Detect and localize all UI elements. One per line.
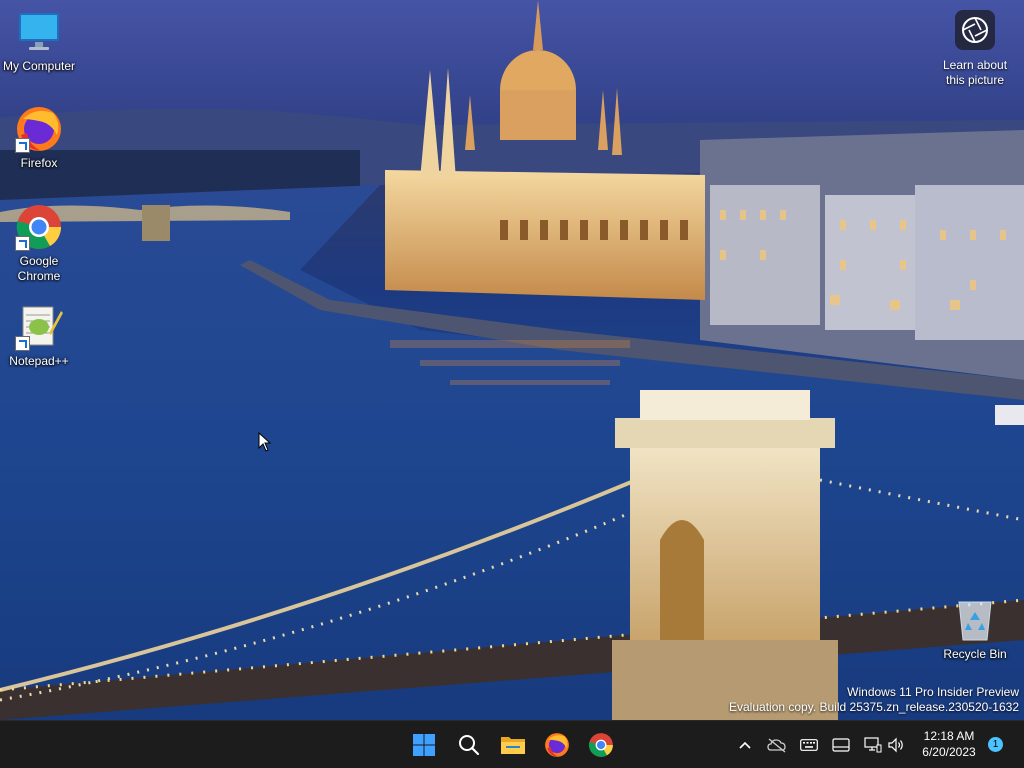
show-hidden-icons-chevron-up-icon[interactable] [735,735,755,755]
desktop-icon-my-computer[interactable]: My Computer [1,8,77,74]
shortcut-arrow-icon [15,236,30,251]
watermark-line-1: Windows 11 Pro Insider Preview [847,685,1019,699]
clock-date: 6/20/2023 [922,745,976,759]
chrome-taskbar-button[interactable] [583,727,619,763]
network-icon[interactable] [863,735,883,755]
firefox-icon [15,105,63,153]
desktop-icon-label: Google Chrome [17,254,61,283]
start-button[interactable] [406,727,442,763]
firefox-icon [545,733,569,757]
desktop-icon-label: Recycle Bin [943,647,1007,661]
taskbar: 12:18 AM 6/20/2023 1 [0,720,1024,768]
clock-time: 12:18 AM [923,729,975,743]
onedrive-offline-icon[interactable] [767,735,787,755]
notepad-plus-plus-icon [15,303,63,351]
learn-about-label: Learn about this picture [942,58,1008,87]
volume-icon[interactable] [886,735,906,755]
search-button[interactable] [451,727,487,763]
notification-badge[interactable]: 1 [988,737,1003,752]
camera-lens-icon [955,10,995,50]
desktop-icon-label: Firefox [20,156,58,170]
folder-icon [501,737,525,754]
firefox-taskbar-button[interactable] [539,727,575,763]
watermark-line-2: Evaluation copy. Build 25375.zn_release.… [729,700,1019,714]
keyboard-icon[interactable] [799,735,819,755]
desktop-icon-label: My Computer [2,59,76,73]
windows-logo-icon [413,734,435,756]
evaluation-watermark: Windows 11 Pro Insider Preview Evaluatio… [729,685,1019,715]
shortcut-arrow-icon [15,336,30,351]
desktop-icon-notepad-plus-plus[interactable]: Notepad++ [1,303,77,369]
file-explorer-button[interactable] [495,727,531,763]
desktop-icon-recycle-bin[interactable]: Recycle Bin [937,596,1013,662]
shortcut-arrow-icon [15,138,30,153]
learn-about-this-picture[interactable]: Learn about this picture [936,10,1014,88]
desktop-wallpaper [0,0,1024,720]
search-icon [459,735,480,756]
chrome-icon [15,203,63,251]
taskbar-clock[interactable]: 12:18 AM 6/20/2023 [915,728,983,760]
recycle-bin-icon [951,596,999,644]
desktop-icon-firefox[interactable]: Firefox [1,105,77,171]
desktop-icon-google-chrome[interactable]: Google Chrome [1,203,77,284]
chrome-icon [588,733,613,757]
tablet-icon[interactable] [831,735,851,755]
desktop-icon-label: Notepad++ [9,354,69,368]
monitor-icon [15,8,63,56]
mouse-cursor-icon [258,431,272,457]
